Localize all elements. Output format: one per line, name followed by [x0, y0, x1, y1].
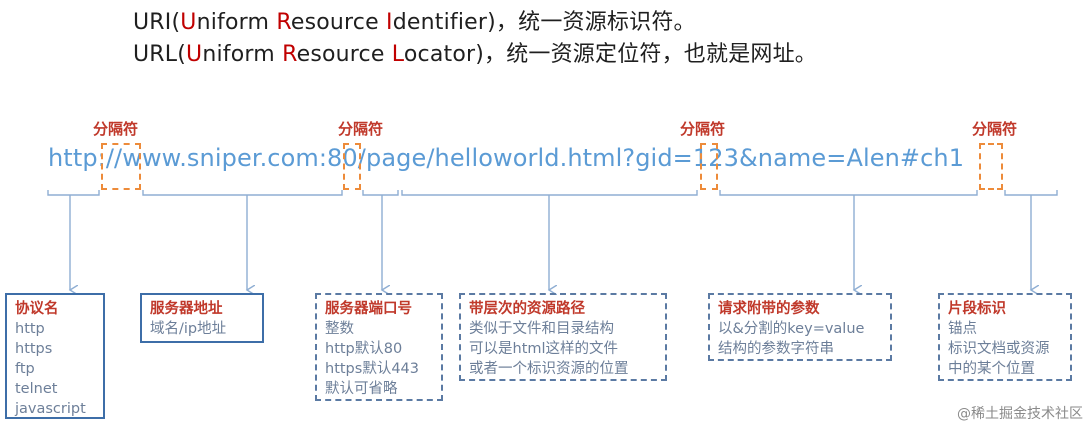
- box-port-item: 整数: [325, 321, 354, 337]
- separator-label-port: 分隔符: [338, 120, 384, 138]
- box-path-item: 可以是html这样的文件: [469, 341, 619, 357]
- box-query-item: 以&分割的key=value: [718, 321, 865, 337]
- box-path-title: 带层次的资源路径: [469, 301, 585, 317]
- box-query-item: 结构的参数字符串: [718, 341, 834, 357]
- bracket-protocol: [47, 190, 100, 196]
- bracket-query: [719, 190, 978, 196]
- box-fragment-title: 片段标识: [948, 301, 1006, 317]
- uri-letter-i: I: [386, 10, 393, 35]
- box-query-title: 请求附带的参数: [718, 301, 820, 317]
- box-protocol-title: 协议名: [15, 301, 59, 317]
- url-letter-r: R: [282, 42, 297, 67]
- box-protocol-item: https: [15, 341, 53, 357]
- box-path-item: 或者一个标识资源的位置: [469, 361, 629, 377]
- box-host: 服务器地址 域名/ip地址: [140, 293, 264, 343]
- url-text-3: ocator)，统一资源定位符，也就是网址。: [403, 42, 818, 67]
- box-path-item: 类似于文件和目录结构: [469, 321, 614, 337]
- separator-box-fragment: [979, 143, 1003, 190]
- box-protocol-item: ftp: [15, 361, 35, 377]
- watermark: @稀土掘金技术社区: [957, 406, 1083, 422]
- url-text-2: esource: [296, 42, 392, 67]
- box-host-item: 域名/ip地址: [150, 321, 227, 337]
- box-protocol-item: telnet: [15, 381, 58, 397]
- box-fragment-item: 标识文档或资源: [948, 341, 1050, 357]
- uri-text-3: dentifier)，统一资源标识符。: [392, 10, 696, 35]
- box-port: 服务器端口号 整数 http默认80 https默认443 默认可省略: [315, 293, 443, 401]
- box-fragment-item: 中的某个位置: [948, 361, 1035, 377]
- separator-label-fragment: 分隔符: [972, 120, 1018, 138]
- bracket-path: [401, 190, 698, 196]
- url-letter-l: L: [391, 42, 404, 67]
- url-letter-u: U: [186, 42, 203, 67]
- box-host-title: 服务器地址: [150, 301, 223, 317]
- box-protocol-item: javascript: [15, 401, 86, 417]
- box-fragment-item: 锚点: [948, 321, 977, 337]
- box-port-title: 服务器端口号: [325, 301, 412, 317]
- box-port-item: 默认可省略: [325, 381, 398, 397]
- uri-letter-u: U: [180, 10, 197, 35]
- uri-text-2: esource: [290, 10, 387, 35]
- bracket-host: [142, 190, 343, 196]
- url-definition: URL(Uniform Resource Locator)，统一资源定位符，也就…: [133, 36, 817, 68]
- example-url: http://www.sniper.com:80/page/helloworld…: [48, 144, 965, 172]
- url-prefix: URL(: [133, 42, 187, 67]
- uri-prefix: URI(: [133, 10, 181, 35]
- separator-box-query: [700, 143, 718, 190]
- uri-text-1: niform: [196, 10, 277, 35]
- separator-label-scheme: 分隔符: [93, 120, 139, 138]
- box-protocol-item: http: [15, 321, 45, 337]
- separator-box-port: [343, 143, 361, 190]
- box-port-item: http默认80: [325, 341, 403, 357]
- uri-letter-r: R: [276, 10, 291, 35]
- box-protocol: 协议名 http https ftp telnet javascript: [5, 293, 105, 419]
- box-fragment: 片段标识 锚点 标识文档或资源 中的某个位置: [938, 293, 1072, 381]
- url-text-1: niform: [202, 42, 283, 67]
- box-query: 请求附带的参数 以&分割的key=value 结构的参数字符串: [708, 293, 892, 361]
- uri-definition: URI(Uniform Resource Identifier)，统一资源标识符…: [133, 4, 696, 36]
- box-path: 带层次的资源路径 类似于文件和目录结构 可以是html这样的文件 或者一个标识资…: [459, 293, 667, 381]
- separator-label-query: 分隔符: [680, 120, 726, 138]
- bracket-fragment: [1004, 190, 1058, 196]
- separator-box-scheme: [101, 143, 141, 190]
- bracket-port: [362, 190, 399, 196]
- box-port-item: https默认443: [325, 361, 419, 377]
